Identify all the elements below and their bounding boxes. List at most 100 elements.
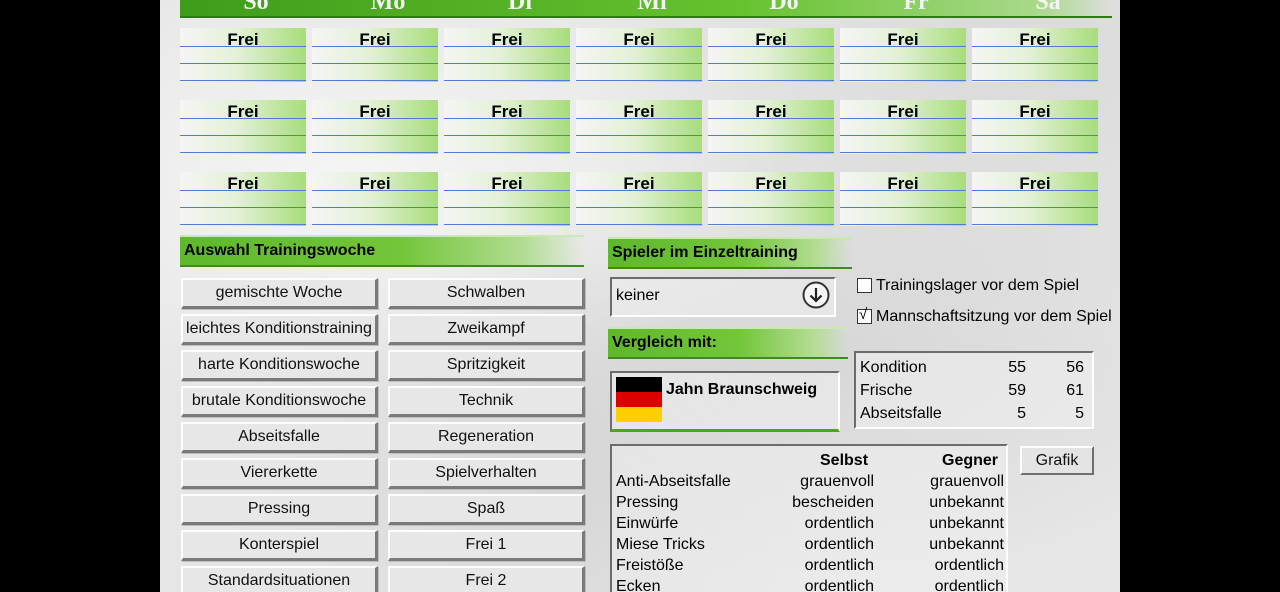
slot-line bbox=[708, 80, 834, 81]
stat-label: Kondition bbox=[860, 359, 927, 376]
schedule-slot[interactable]: Frei bbox=[708, 100, 834, 154]
slot-line bbox=[708, 63, 834, 64]
team-meeting-checkbox[interactable]: √ bbox=[857, 306, 872, 324]
schedule-slot[interactable]: Frei bbox=[576, 100, 702, 154]
schedule-slot[interactable]: Frei bbox=[312, 100, 438, 154]
schedule-slot-label: Frei bbox=[887, 102, 919, 121]
training-option-button[interactable]: leichtes Konditionstraining bbox=[181, 314, 378, 345]
schedule-slot[interactable]: Frei bbox=[840, 172, 966, 226]
skill-opp-value: unbekannt bbox=[929, 536, 1004, 553]
germany-flag-icon bbox=[616, 377, 662, 422]
training-option-button[interactable]: Standardsituationen bbox=[181, 566, 378, 592]
slot-line bbox=[972, 190, 1098, 191]
skill-name: Freistöße bbox=[616, 557, 684, 574]
training-option-button[interactable]: Spaß bbox=[388, 494, 585, 525]
slot-line bbox=[180, 207, 306, 208]
schedule-slot-label: Frei bbox=[1019, 102, 1051, 121]
schedule-slot[interactable]: Frei bbox=[444, 172, 570, 226]
slot-line bbox=[576, 224, 702, 225]
schedule-slot[interactable]: Frei bbox=[312, 172, 438, 226]
skill-self-value: bescheiden bbox=[792, 494, 874, 511]
schedule-slot[interactable]: Frei bbox=[180, 172, 306, 226]
slot-line bbox=[708, 190, 834, 191]
training-camp-checkbox[interactable] bbox=[857, 278, 872, 293]
schedule-slot-label: Frei bbox=[1019, 174, 1051, 193]
slot-line bbox=[180, 135, 306, 136]
training-option-button[interactable]: Abseitsfalle bbox=[181, 422, 378, 453]
slot-line bbox=[576, 63, 702, 64]
slot-line bbox=[444, 190, 570, 191]
schedule-slot[interactable]: Frei bbox=[972, 100, 1098, 154]
schedule-slot[interactable]: Frei bbox=[972, 172, 1098, 226]
schedule-slot[interactable]: Frei bbox=[444, 28, 570, 82]
slot-line bbox=[840, 135, 966, 136]
slot-line bbox=[444, 224, 570, 225]
slot-line bbox=[180, 224, 306, 225]
training-option-button[interactable]: Pressing bbox=[181, 494, 378, 525]
schedule-slot-label: Frei bbox=[887, 30, 919, 49]
slot-line bbox=[840, 46, 966, 47]
stat-label: Frische bbox=[860, 382, 913, 399]
stat-opp: 61 bbox=[1066, 382, 1084, 399]
flag-stripe bbox=[616, 407, 662, 422]
training-option-button[interactable]: Konterspiel bbox=[181, 530, 378, 561]
training-option-button[interactable]: Regeneration bbox=[388, 422, 585, 453]
slot-line bbox=[972, 135, 1098, 136]
slot-line bbox=[972, 152, 1098, 153]
slot-line bbox=[840, 224, 966, 225]
circle-arrow-down-icon[interactable] bbox=[802, 281, 830, 309]
schedule-slot[interactable]: Frei bbox=[708, 28, 834, 82]
weekday-label: Mi bbox=[637, 0, 667, 15]
training-option-button[interactable]: Spielverhalten bbox=[388, 458, 585, 489]
grafik-button[interactable]: Grafik bbox=[1020, 446, 1094, 475]
col-header-self: Selbst bbox=[820, 452, 869, 469]
skill-name: Anti-Abseitsfalle bbox=[616, 473, 731, 490]
schedule-slot[interactable]: Frei bbox=[708, 172, 834, 226]
weekday-label: So bbox=[243, 0, 269, 15]
schedule-slot[interactable]: Frei bbox=[840, 100, 966, 154]
skill-opp-value: ordentlich bbox=[934, 578, 1004, 592]
training-option-button[interactable]: brutale Konditionswoche bbox=[181, 386, 378, 417]
training-option-button[interactable]: Schwalben bbox=[388, 278, 585, 309]
schedule-slot[interactable]: Frei bbox=[576, 172, 702, 226]
schedule-slot[interactable]: Frei bbox=[972, 28, 1098, 82]
stat-opp: 56 bbox=[1066, 359, 1084, 376]
slot-line bbox=[312, 135, 438, 136]
training-option-button[interactable]: Frei 2 bbox=[388, 566, 585, 592]
training-option-button[interactable]: gemischte Woche bbox=[181, 278, 378, 309]
slot-line bbox=[312, 152, 438, 153]
training-option-button[interactable]: Zweikampf bbox=[388, 314, 585, 345]
compare-team-name: Jahn Braunschweig bbox=[666, 381, 818, 398]
slot-line bbox=[972, 207, 1098, 208]
schedule-slot[interactable]: Frei bbox=[840, 28, 966, 82]
player-select[interactable]: keiner bbox=[610, 277, 836, 317]
training-option-button[interactable]: Viererkette bbox=[181, 458, 378, 489]
schedule-slot[interactable]: Frei bbox=[180, 28, 306, 82]
schedule-slot-label: Frei bbox=[623, 30, 655, 49]
slot-line bbox=[972, 224, 1098, 225]
weekday-label: Sa bbox=[1035, 0, 1061, 15]
skill-opp-value: unbekannt bbox=[929, 515, 1004, 532]
training-option-button[interactable]: Technik bbox=[388, 386, 585, 417]
schedule-slot[interactable]: Frei bbox=[180, 100, 306, 154]
slot-line bbox=[840, 118, 966, 119]
schedule-slot[interactable]: Frei bbox=[312, 28, 438, 82]
skill-name: Pressing bbox=[616, 494, 679, 511]
training-week-header: Auswahl Trainingswoche bbox=[180, 235, 584, 267]
slot-line bbox=[708, 135, 834, 136]
training-option-button[interactable]: Spritzigkeit bbox=[388, 350, 585, 381]
individual-training-header: Spieler im Einzeltraining bbox=[608, 237, 852, 269]
stat-label: Abseitsfalle bbox=[860, 405, 942, 422]
schedule-slot[interactable]: Frei bbox=[576, 28, 702, 82]
schedule-slot-label: Frei bbox=[491, 30, 523, 49]
slot-line bbox=[444, 207, 570, 208]
weekday-label: Mo bbox=[370, 0, 406, 15]
training-option-button[interactable]: Frei 1 bbox=[388, 530, 585, 561]
schedule-slot-label: Frei bbox=[227, 30, 259, 49]
stat-opp: 5 bbox=[1075, 405, 1084, 422]
schedule-slot-label: Frei bbox=[227, 174, 259, 193]
training-option-button[interactable]: harte Konditionswoche bbox=[181, 350, 378, 381]
schedule-slot[interactable]: Frei bbox=[444, 100, 570, 154]
slot-line bbox=[576, 207, 702, 208]
stats-box: Kondition 55 56 Frische 59 61 Abseitsfal… bbox=[854, 351, 1094, 429]
